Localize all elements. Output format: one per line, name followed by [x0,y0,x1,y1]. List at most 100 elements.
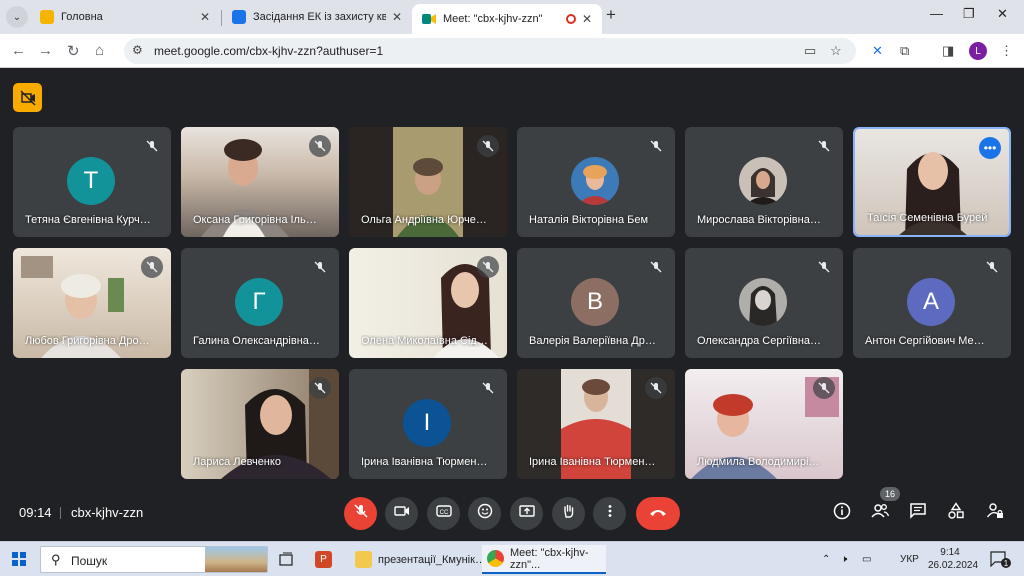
chat-button[interactable] [908,502,928,523]
bookmark-star-icon[interactable]: ☆ [830,43,842,59]
avatar: І [403,399,451,447]
close-icon[interactable]: ✕ [392,10,402,24]
captions-button[interactable]: CC [427,497,460,530]
tab-home[interactable]: Головна ✕ [30,4,220,30]
close-icon[interactable]: ✕ [200,10,210,24]
avatar: А [907,278,955,326]
participant-tile[interactable]: Ольга Андріївна Юрче… [349,127,507,237]
forward-icon[interactable]: → [38,42,53,59]
mic-off-icon [309,135,331,157]
notifications-icon[interactable]: 1 [990,551,1011,568]
taskbar-item-chrome[interactable]: Meet: "cbx-kjhv-zzn"... [482,545,606,574]
avatar [739,157,787,205]
meeting-details-button[interactable] [832,502,852,525]
more-options-icon[interactable]: ••• [979,137,1001,159]
recording-icon [565,14,576,24]
leave-call-button[interactable] [636,497,680,530]
google-meet-icon [422,12,436,26]
participant-tile[interactable]: Ірина Іванівна Тюрмен… [517,369,675,479]
tab-meet[interactable]: Meet: "cbx-kjhv-zzn" ✕ [412,4,602,34]
mic-off-icon [477,256,499,278]
participant-name: Лариса Левченко [193,456,281,468]
participant-name: Антон Сергійович Ме… [865,335,985,347]
mic-off-icon [645,377,667,399]
taskbar: ⚲ Пошук P презентації_Кмунік… Meet: "cbx… [0,541,1024,576]
participant-name: Олександра Сергіївна… [697,335,822,347]
extension-icon[interactable]: ✕ [872,43,883,59]
participant-name: Ірина Іванівна Тюрмен… [361,456,488,468]
minimize-icon[interactable]: — [930,6,943,21]
site-settings-icon[interactable]: ⚙ [132,43,143,57]
address-bar[interactable]: ⚙ meet.google.com/cbx-kjhv-zzn?authuser=… [124,38,856,64]
avatar [739,278,787,326]
participant-tile[interactable]: Людмила Володимирі… [685,369,843,479]
activities-button[interactable] [946,501,966,523]
participant-name: Тетяна Євгенівна Курч… [25,214,151,226]
participant-tile[interactable]: Лариса Левченко [181,369,339,479]
participant-tile[interactable]: Наталія Вікторівна Бем [517,127,675,237]
participant-tile-pinned[interactable]: ••• Таїсія Семенівна Бурей [853,127,1011,237]
mic-off-icon [309,377,331,399]
more-vert-icon [602,503,618,524]
menu-kebab-icon[interactable]: ⋮ [1000,43,1013,59]
mic-off-icon [813,256,835,278]
search-highlight-image [205,547,267,572]
mic-off-icon [813,377,835,399]
participant-tile[interactable]: В Валерія Валеріївна Др… [517,248,675,358]
taskbar-search[interactable]: ⚲ Пошук [40,546,268,573]
mic-off-icon [141,256,163,278]
restore-icon[interactable]: ❐ [963,6,975,22]
window-close-icon[interactable]: ✕ [997,6,1008,22]
reactions-button[interactable] [468,497,501,530]
powerpoint-icon[interactable]: P [315,545,339,574]
tray-overflow-icon[interactable]: ⌃ [822,554,830,565]
participant-tile[interactable]: Олена Миколаївна Сід… [349,248,507,358]
home-icon[interactable]: ⌂ [95,42,104,59]
host-controls-button[interactable] [985,502,1005,523]
raise-hand-button[interactable] [552,497,585,530]
avatar: В [571,278,619,326]
participant-tile[interactable]: А Антон Сергійович Ме… [853,248,1011,358]
participant-tile[interactable]: Т Тетяна Євгенівна Курч… [13,127,171,237]
system-clock[interactable]: 9:14 26.02.2024 [928,546,978,572]
mic-off-icon [477,377,499,399]
participant-tile[interactable]: Оксана Григорівна Іль… [181,127,339,237]
participant-name: Ольга Андріївна Юрче… [361,214,487,226]
participant-name: Оксана Григорівна Іль… [193,214,317,226]
windows-start-icon[interactable] [12,552,26,566]
network-icon[interactable]: ▭ [862,554,871,565]
tab-meeting-invite[interactable]: Засідання ЕК із захисту кваліфі ✕ [222,4,412,30]
tab-search-chevron-icon[interactable]: ⌄ [6,6,28,28]
back-icon[interactable]: ← [11,42,26,59]
browser-toolbar: ← → ↻ ⌂ ⚙ meet.google.com/cbx-kjhv-zzn?a… [0,34,1024,68]
participant-tile[interactable]: Олександра Сергіївна… [685,248,843,358]
mic-toggle-button[interactable] [344,497,377,530]
search-icon: ⚲ [51,552,61,567]
language-indicator[interactable]: УКР [900,554,919,565]
speaker-muted-icon[interactable]: 🕨 [841,554,847,565]
people-button[interactable] [870,503,890,523]
meeting-clock: 09:14 [19,505,52,520]
taskbar-item-folder[interactable]: презентації_Кмунік… [355,545,486,574]
present-screen-button[interactable] [510,497,543,530]
more-options-button[interactable] [593,497,626,530]
camera-in-use-icon[interactable]: ▭ [804,43,816,59]
participant-tile[interactable]: Г Галина Олександрівна… [181,248,339,358]
participant-tile[interactable]: І Ірина Іванівна Тюрмен… [349,369,507,479]
video-camera-icon [393,503,410,524]
profile-avatar[interactable]: L [969,42,987,60]
task-view-icon[interactable] [278,545,300,574]
new-tab-button[interactable]: + [606,5,616,25]
url-text[interactable]: meet.google.com/cbx-kjhv-zzn?authuser=1 [154,44,383,58]
participant-tile[interactable]: Любов Григорівна Дро… [13,248,171,358]
camera-toggle-button[interactable] [385,497,418,530]
svg-text:CC: CC [439,510,448,516]
participant-tile[interactable]: Мирослава Вікторівна… [685,127,843,237]
close-icon[interactable]: ✕ [582,12,592,26]
hang-up-icon [648,505,668,523]
side-panel-icon[interactable]: ◨ [942,43,954,59]
video-off-warning-icon[interactable] [13,83,42,112]
info-icon [833,502,851,525]
extensions-puzzle-icon[interactable]: ⧉ [900,43,909,59]
reload-icon[interactable]: ↻ [67,42,80,60]
